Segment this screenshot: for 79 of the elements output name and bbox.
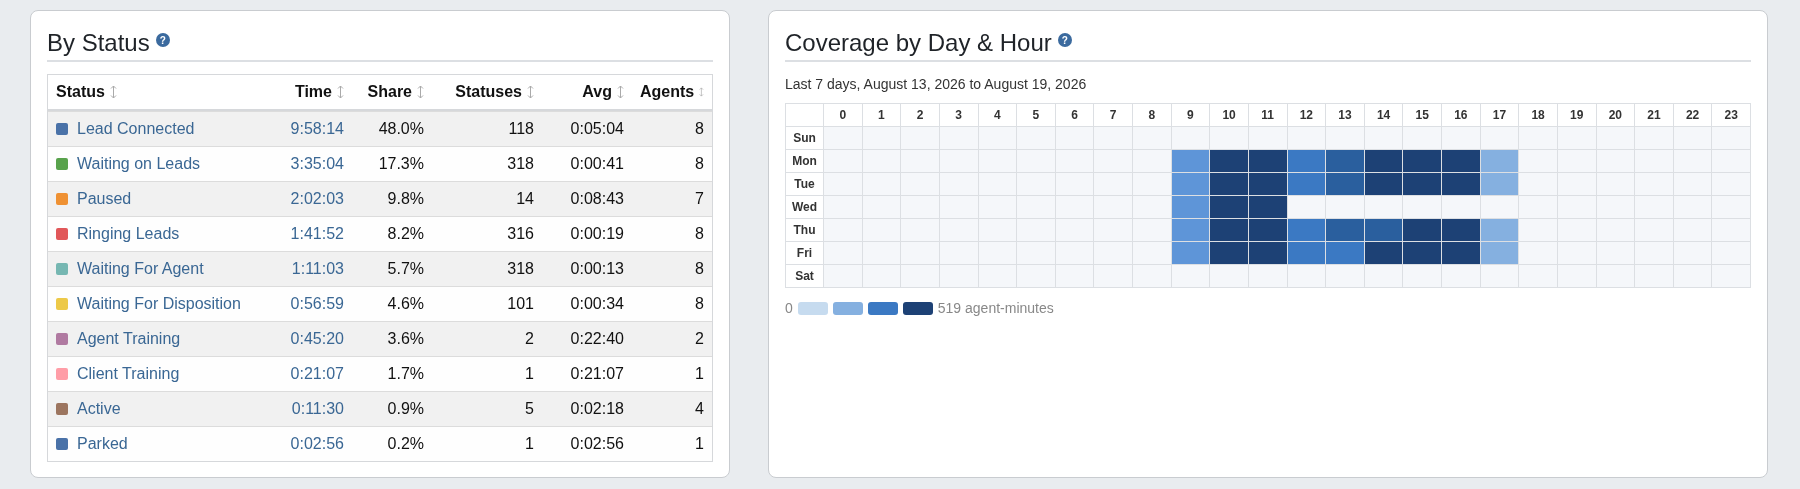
statuses-cell-text: 2 [524, 330, 535, 348]
panel-title: By Status [47, 29, 150, 57]
statuses-cell-text: 1 [524, 365, 535, 383]
agents-cell-text: 7 [694, 190, 705, 208]
statuses-cell-text: 101 [506, 295, 535, 313]
status-link[interactable]: Client Training [77, 365, 180, 383]
column-header[interactable]: Statuses [432, 75, 542, 109]
share-cell-text: 4.6% [386, 295, 425, 313]
statuses-cell-text: 316 [506, 225, 535, 243]
statuses-cell-text: 318 [506, 260, 535, 278]
time-link[interactable]: 9:58:14 [262, 120, 352, 138]
column-header[interactable]: Status [48, 75, 262, 109]
help-icon[interactable]: ? [1057, 33, 1072, 47]
sort-icon[interactable] [109, 85, 117, 99]
status-link[interactable]: Agent Training [77, 330, 181, 348]
legend-min: 0 [785, 300, 793, 316]
time-link[interactable]: 1:11:03 [262, 260, 352, 278]
agents-cell-text: 1 [694, 435, 705, 453]
legend-max: 519 agent-minutes [937, 300, 1054, 316]
statuses-cell-text: 318 [506, 155, 535, 173]
column-header[interactable]: Avg [542, 75, 632, 109]
agents-cell-text: 4 [694, 400, 705, 418]
share-cell-text: 17.3% [377, 155, 425, 173]
share-cell-text: 0.9% [386, 400, 425, 418]
share-cell-text: 48.0% [377, 120, 425, 138]
column-header[interactable]: Agents [632, 75, 712, 109]
help-icon[interactable]: ? [155, 33, 170, 47]
share-cell-text: 0.2% [386, 435, 425, 453]
avg-cell-text: 0:02:56 [569, 435, 625, 453]
statuses-cell-text: 118 [507, 120, 535, 138]
share-cell-text: 5.7% [386, 260, 425, 278]
statuses-cell-text: 1 [524, 435, 535, 453]
sort-icon[interactable] [417, 85, 424, 99]
time-link[interactable]: 1:41:52 [262, 225, 352, 243]
status-link[interactable]: Ringing Leads [77, 225, 180, 243]
share-cell-text: 8.2% [386, 225, 425, 243]
share-cell-text: 1.7% [386, 365, 425, 383]
sort-icon[interactable] [337, 85, 344, 99]
share-cell-text: 3.6% [386, 330, 425, 348]
time-link[interactable]: 0:11:30 [262, 400, 352, 418]
share-cell-text: 9.8% [386, 190, 425, 208]
column-header[interactable]: Share [352, 75, 432, 109]
agents-cell-text: 1 [694, 365, 705, 383]
agents-cell-text: 8 [694, 260, 705, 278]
column-header[interactable]: Time [262, 75, 352, 109]
date-range: Last 7 days, August 13, 2026 to August 19, 2026 [785, 76, 1088, 92]
status-link[interactable]: Waiting For Disposition [77, 295, 241, 313]
agents-cell-text: 8 [694, 155, 705, 173]
panel-title: Coverage by Day & Hour [785, 29, 1052, 57]
sort-icon[interactable] [617, 85, 624, 99]
statuses-cell-text: 14 [515, 190, 535, 208]
status-link[interactable]: Paused [77, 190, 132, 208]
avg-cell-text: 0:00:34 [569, 295, 625, 313]
agents-cell-text: 8 [694, 295, 705, 313]
avg-cell-text: 0:22:40 [569, 330, 625, 348]
status-link[interactable]: Waiting on Leads [77, 155, 201, 173]
avg-cell-text: 0:00:19 [569, 225, 625, 243]
sort-icon[interactable] [527, 85, 534, 99]
status-link[interactable]: Waiting For Agent [77, 260, 204, 278]
avg-cell-text: 0:08:43 [569, 190, 625, 208]
status-link[interactable]: Active [77, 400, 121, 418]
time-link[interactable]: 2:02:03 [262, 190, 352, 208]
time-link[interactable]: 0:56:59 [262, 295, 352, 313]
statuses-cell-text: 5 [524, 400, 535, 418]
agents-cell-text: 8 [694, 120, 705, 138]
time-link[interactable]: 3:35:04 [262, 155, 352, 173]
agents-cell-text: 8 [694, 225, 705, 243]
avg-cell-text: 0:00:41 [569, 155, 625, 173]
time-link[interactable]: 0:02:56 [262, 435, 352, 453]
sort-icon[interactable] [699, 85, 704, 99]
status-link[interactable]: Lead Connected [77, 120, 195, 138]
agents-cell-text: 2 [694, 330, 705, 348]
avg-cell-text: 0:00:13 [569, 260, 625, 278]
status-link[interactable]: Parked [77, 435, 128, 453]
avg-cell-text: 0:05:04 [569, 120, 625, 138]
avg-cell-text: 0:21:07 [569, 365, 625, 383]
time-link[interactable]: 0:45:20 [262, 330, 352, 348]
avg-cell-text: 0:02:18 [569, 400, 625, 418]
time-link[interactable]: 0:21:07 [262, 365, 352, 383]
